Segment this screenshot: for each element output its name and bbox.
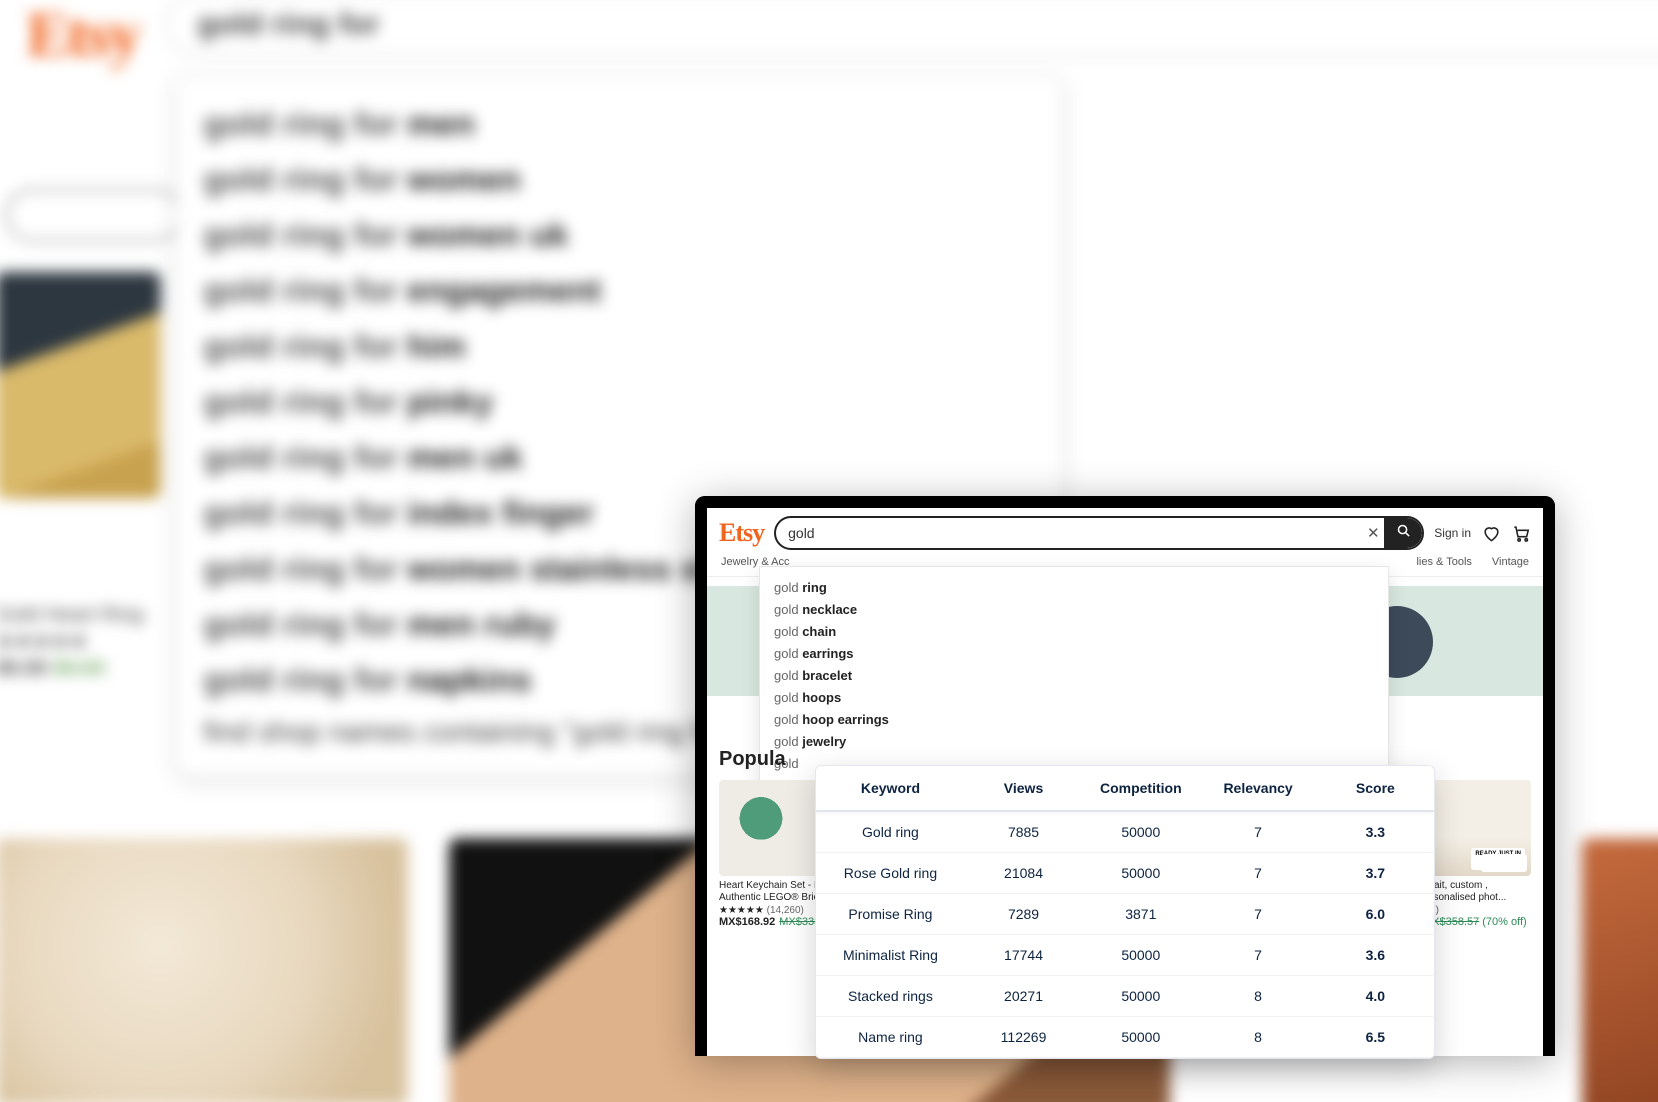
table-row[interactable]: Stacked rings202715000084.0 bbox=[816, 976, 1434, 1017]
table-row[interactable]: Name ring1122695000086.5 bbox=[816, 1017, 1434, 1058]
autocomplete-item[interactable]: gold ring bbox=[774, 577, 1374, 599]
bg-product-thumb-1 bbox=[0, 272, 161, 499]
bg-search-input: gold ring for bbox=[166, 0, 1658, 56]
search-button[interactable] bbox=[1384, 518, 1422, 548]
table-cell-score: 4.0 bbox=[1317, 976, 1434, 1016]
favorites-heart-icon[interactable] bbox=[1481, 523, 1501, 543]
table-row[interactable]: Promise Ring7289387176.0 bbox=[816, 894, 1434, 935]
table-header-cell: Competition bbox=[1082, 766, 1199, 810]
table-header-cell: Views bbox=[965, 766, 1082, 810]
table-header-cell: Keyword bbox=[816, 766, 965, 810]
table-cell-relevancy: 7 bbox=[1199, 812, 1316, 852]
autocomplete-item[interactable]: gold ring for him bbox=[204, 318, 1034, 374]
sign-in-link[interactable]: Sign in bbox=[1434, 526, 1471, 540]
nav-item-right2[interactable]: Vintage bbox=[1492, 556, 1529, 568]
etsy-logo: Etsy bbox=[27, 0, 139, 72]
autocomplete-item[interactable]: gold ring for pinky bbox=[204, 374, 1034, 430]
autocomplete-item[interactable]: gold ring for men uk bbox=[204, 429, 1034, 485]
star-rating: 821) bbox=[1419, 905, 1531, 916]
table-cell-views: 112269 bbox=[965, 1017, 1082, 1057]
bg-search-value: gold ring for bbox=[198, 7, 380, 42]
overlay-header: Etsy ✕ Sign in bbox=[707, 508, 1543, 556]
table-cell-relevancy: 8 bbox=[1199, 1017, 1316, 1057]
table-cell-views: 17744 bbox=[965, 935, 1082, 975]
product-card-2[interactable]: READY JUST IN 6 HRS ortrait, custom , pe… bbox=[1419, 780, 1531, 928]
autocomplete-item[interactable]: gold necklace bbox=[774, 599, 1374, 621]
autocomplete-item[interactable]: gold ring for women bbox=[204, 151, 1034, 207]
overlay-search-input[interactable] bbox=[776, 525, 1362, 541]
autocomplete-item[interactable]: gold ring for men bbox=[204, 96, 1034, 152]
autocomplete-item[interactable]: gold hoop earrings bbox=[774, 709, 1374, 731]
autocomplete-item[interactable]: gold chain bbox=[774, 621, 1374, 643]
product-image: READY JUST IN 6 HRS bbox=[1419, 780, 1531, 876]
table-cell-competition: 50000 bbox=[1082, 812, 1199, 852]
clear-icon[interactable]: ✕ bbox=[1362, 524, 1384, 542]
table-cell-relevancy: 7 bbox=[1199, 935, 1316, 975]
table-cell-keyword: Promise Ring bbox=[816, 894, 965, 934]
cart-icon[interactable] bbox=[1511, 523, 1531, 543]
autocomplete-item[interactable]: gold bracelet bbox=[774, 665, 1374, 687]
table-cell-views: 20271 bbox=[965, 976, 1082, 1016]
table-cell-keyword: Gold ring bbox=[816, 812, 965, 852]
table-row[interactable]: Rose Gold ring210845000073.7 bbox=[816, 853, 1434, 894]
table-cell-views: 7289 bbox=[965, 894, 1082, 934]
autocomplete-item[interactable]: gold earrings bbox=[774, 643, 1374, 665]
bg-filter-pill bbox=[6, 189, 181, 241]
table-cell-score: 6.0 bbox=[1317, 894, 1434, 934]
table-row[interactable]: Minimalist Ring177445000073.6 bbox=[816, 935, 1434, 976]
table-cell-competition: 50000 bbox=[1082, 935, 1199, 975]
autocomplete-item[interactable]: gold jewelry bbox=[774, 731, 1374, 753]
table-cell-views: 7885 bbox=[965, 812, 1082, 852]
search-icon bbox=[1396, 523, 1411, 543]
table-header-cell: Relevancy bbox=[1199, 766, 1316, 810]
autocomplete-item[interactable]: gold ring for engagement bbox=[204, 263, 1034, 319]
table-cell-score: 3.6 bbox=[1317, 935, 1434, 975]
table-cell-keyword: Minimalist Ring bbox=[816, 935, 965, 975]
table-cell-relevancy: 8 bbox=[1199, 976, 1316, 1016]
table-header-row: KeywordViewsCompetitionRelevancyScore bbox=[816, 766, 1434, 812]
overlay-etsy-logo[interactable]: Etsy bbox=[719, 518, 764, 548]
table-cell-keyword: Rose Gold ring bbox=[816, 853, 965, 893]
table-cell-score: 3.3 bbox=[1317, 812, 1434, 852]
table-header-cell: Score bbox=[1317, 766, 1434, 810]
bg-product-caption: Gold Heart Ring ★★★★★ $0.00$0.00 bbox=[0, 601, 181, 681]
table-cell-views: 21084 bbox=[965, 853, 1082, 893]
table-cell-competition: 3871 bbox=[1082, 894, 1199, 934]
autocomplete-item[interactable]: gold hoops bbox=[774, 687, 1374, 709]
table-cell-score: 6.5 bbox=[1317, 1017, 1434, 1057]
table-cell-keyword: Name ring bbox=[816, 1017, 965, 1057]
keyword-metrics-table: KeywordViewsCompetitionRelevancyScore Go… bbox=[815, 765, 1435, 1059]
popular-heading: Popula bbox=[719, 748, 786, 771]
table-cell-score: 3.7 bbox=[1317, 853, 1434, 893]
table-row[interactable]: Gold ring78855000073.3 bbox=[816, 812, 1434, 853]
table-cell-competition: 50000 bbox=[1082, 853, 1199, 893]
table-cell-keyword: Stacked rings bbox=[816, 976, 965, 1016]
bg-product-thumb-2 bbox=[0, 838, 408, 1102]
table-cell-competition: 50000 bbox=[1082, 1017, 1199, 1057]
table-cell-relevancy: 7 bbox=[1199, 894, 1316, 934]
table-cell-relevancy: 7 bbox=[1199, 853, 1316, 893]
autocomplete-item[interactable]: gold ring for women uk bbox=[204, 207, 1034, 263]
product-title: ortrait, custom , personalised phot... bbox=[1419, 880, 1531, 904]
product-price: MX$358.57(70% off) bbox=[1419, 916, 1531, 928]
ready-badge: READY JUST IN 6 HRS bbox=[1471, 848, 1525, 870]
nav-item-right1[interactable]: lies & Tools bbox=[1416, 556, 1471, 568]
overlay-search: ✕ bbox=[774, 516, 1424, 550]
table-cell-competition: 50000 bbox=[1082, 976, 1199, 1016]
bg-product-thumb-4 bbox=[1582, 838, 1658, 1102]
